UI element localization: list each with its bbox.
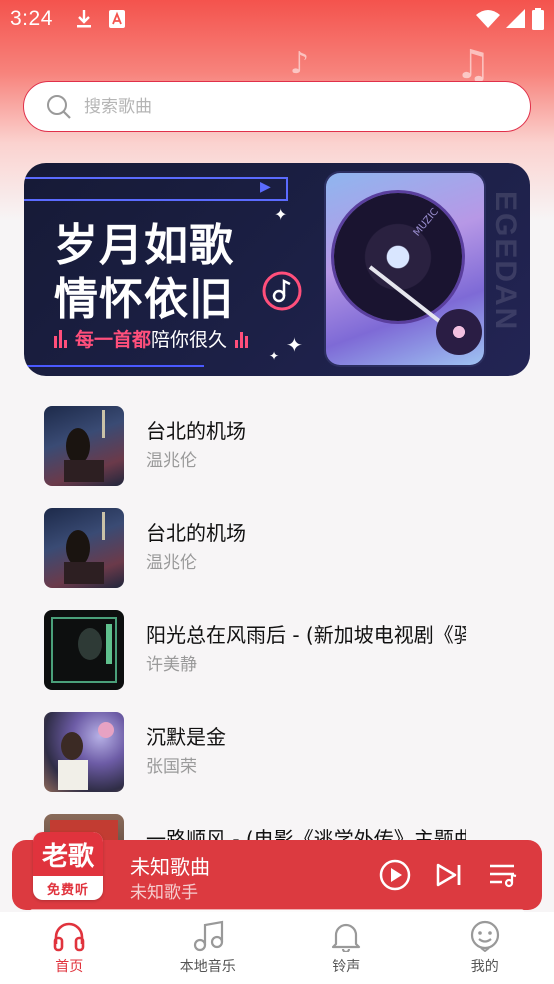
player-song-title: 未知歌曲 xyxy=(130,855,210,879)
music-note-circle-icon xyxy=(262,271,302,311)
tagline-rest: 陪你很久 xyxy=(151,329,228,351)
signal-icon xyxy=(506,9,525,28)
banner-decoration-line xyxy=(24,177,286,179)
music-note-decoration-icon: ♪ xyxy=(290,46,310,81)
album-cover xyxy=(44,712,124,792)
battery-icon xyxy=(532,8,544,30)
sparkle-icon: ✦ xyxy=(269,349,280,363)
turntable-illustration: MUZIC xyxy=(326,173,484,365)
mini-player[interactable]: 老歌 免费听 未知歌曲 未知歌手 xyxy=(12,832,542,914)
song-list: 台北的机场 温兆伦 台北的机场 温兆伦 阳光总在风雨后 - (新加坡电视剧《驿 … xyxy=(0,395,554,905)
song-title: 台北的机场 xyxy=(146,419,246,443)
headphones-icon xyxy=(53,922,85,952)
download-icon xyxy=(76,10,91,28)
next-button[interactable] xyxy=(432,858,466,892)
song-artist: 张国荣 xyxy=(146,757,197,777)
song-artist: 许美静 xyxy=(146,655,197,675)
nav-item-profile[interactable]: 我的 xyxy=(416,912,554,984)
nav-label-local-music: 本地音乐 xyxy=(179,959,236,975)
banner-side-text: EGEDAN xyxy=(489,191,522,332)
logo-subtitle: 免费听 xyxy=(46,882,89,898)
song-title: 台北的机场 xyxy=(146,521,246,545)
logo-title: 老歌 xyxy=(33,832,103,876)
banner-decoration-line xyxy=(24,365,204,367)
song-list-item[interactable]: 台北的机场 温兆伦 xyxy=(0,497,554,599)
song-list-item[interactable]: 阳光总在风雨后 - (新加坡电视剧《驿 许美静 xyxy=(0,599,554,701)
song-artist: 温兆伦 xyxy=(146,553,197,573)
app-logo: 老歌 免费听 xyxy=(33,832,103,900)
song-title: 沉默是金 xyxy=(146,725,226,749)
play-button[interactable] xyxy=(378,858,412,892)
small-disc-icon xyxy=(436,309,482,355)
album-cover xyxy=(44,610,124,690)
play-circle-icon xyxy=(379,859,411,891)
a-icon xyxy=(108,10,125,28)
audio-bars-icon xyxy=(235,330,249,348)
banner-headline-2: 情怀依旧 xyxy=(54,274,234,325)
music-note-icon xyxy=(193,920,223,952)
play-triangle-icon: ▶ xyxy=(260,179,271,195)
playlist-button[interactable] xyxy=(486,858,520,892)
playlist-icon xyxy=(490,864,517,888)
banner-decoration-line xyxy=(24,199,286,201)
nav-item-home[interactable]: 首页 xyxy=(0,912,139,984)
sparkle-icon: ✦ xyxy=(274,205,288,224)
album-cover xyxy=(44,508,124,588)
status-time: 3:24 xyxy=(10,7,53,30)
smiley-face-icon xyxy=(470,920,499,952)
album-cover xyxy=(44,406,124,486)
tagline-highlight: 每一首都 xyxy=(75,329,152,351)
banner-decoration-line xyxy=(286,177,288,201)
bell-icon xyxy=(332,923,361,952)
nav-item-local-music[interactable]: 本地音乐 xyxy=(139,912,278,984)
search-icon xyxy=(47,94,71,119)
banner-tagline: 每一首都陪你很久 xyxy=(54,325,249,352)
song-title: 阳光总在风雨后 - (新加坡电视剧《驿 xyxy=(146,623,466,647)
skip-next-icon xyxy=(436,863,461,887)
disc-label: MUZIC xyxy=(411,206,441,239)
player-artist: 未知歌手 xyxy=(130,883,198,903)
song-list-item[interactable]: 台北的机场 温兆伦 xyxy=(0,395,554,497)
nav-item-ringtones[interactable]: 铃声 xyxy=(277,912,416,984)
nav-label-ringtones: 铃声 xyxy=(332,959,361,975)
bottom-navigation: 首页 本地音乐 铃声 我的 xyxy=(0,912,554,984)
wifi-icon xyxy=(476,10,500,28)
search-input[interactable] xyxy=(84,96,484,117)
song-list-item[interactable]: 沉默是金 张国荣 xyxy=(0,701,554,803)
promo-banner[interactable]: ▶ 岁月如歌 情怀依旧 ✦ ✦ ✦ 每一首都陪你很久 MUZIC EGEDAN xyxy=(24,163,530,376)
nav-label-profile: 我的 xyxy=(470,959,499,975)
search-bar[interactable] xyxy=(23,81,531,132)
audio-bars-icon xyxy=(54,329,67,348)
status-bar: 3:24 xyxy=(0,0,554,38)
song-artist: 温兆伦 xyxy=(146,451,197,471)
nav-label-home: 首页 xyxy=(55,959,84,975)
vinyl-disc-icon: MUZIC xyxy=(334,193,462,321)
sparkle-icon: ✦ xyxy=(286,333,303,357)
